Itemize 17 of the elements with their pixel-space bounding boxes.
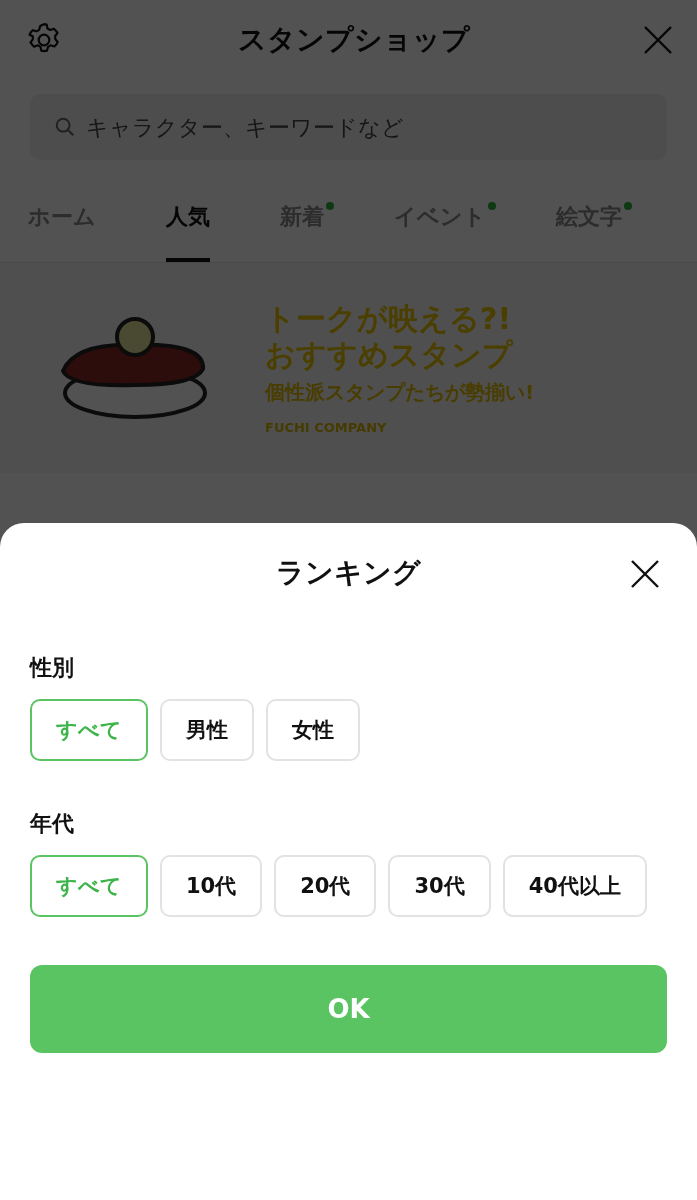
banner-headline: おすすめスタンプ xyxy=(265,337,515,373)
page-title: スタンプショップ xyxy=(237,22,470,58)
filter-chip[interactable]: すべて xyxy=(30,855,148,917)
filter-chip[interactable]: すべて xyxy=(30,699,148,761)
filter-chip[interactable]: 30代 xyxy=(388,855,491,917)
filter-chip[interactable]: 10代 xyxy=(160,855,263,917)
ok-button[interactable]: OK xyxy=(30,965,667,1053)
banner-subtitle: 個性派スタンプたちが勢揃い! xyxy=(265,379,535,406)
filter-chip[interactable]: 40代以上 xyxy=(502,855,647,917)
banner-credit: FUCHI COMPANY xyxy=(265,420,388,435)
section-label: 年代 xyxy=(30,810,75,838)
filter-chip[interactable]: 男性 xyxy=(160,699,254,761)
section-label: 性別 xyxy=(30,654,75,682)
banner-headline: トークが映える?! xyxy=(265,301,513,337)
sheet-title: ランキング xyxy=(276,555,421,591)
filter-chip[interactable]: 20代 xyxy=(274,855,377,917)
filter-chip[interactable]: 女性 xyxy=(266,699,360,761)
